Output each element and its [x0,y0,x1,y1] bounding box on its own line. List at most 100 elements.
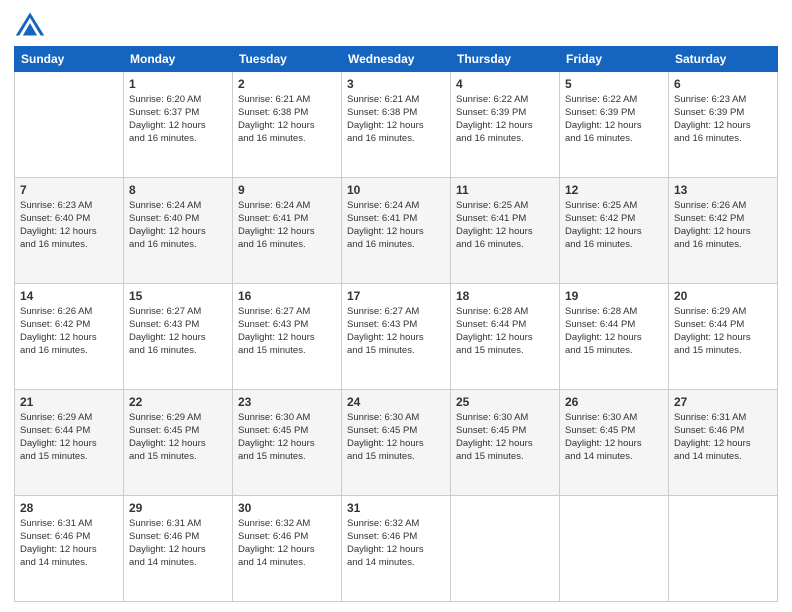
calendar-cell: 19Sunrise: 6:28 AM Sunset: 6:44 PM Dayli… [560,284,669,390]
day-number: 4 [456,76,554,92]
day-number: 28 [20,500,118,516]
day-info: Sunrise: 6:26 AM Sunset: 6:42 PM Dayligh… [20,306,118,357]
day-info: Sunrise: 6:21 AM Sunset: 6:38 PM Dayligh… [238,94,336,145]
calendar-cell: 7Sunrise: 6:23 AM Sunset: 6:40 PM Daylig… [15,178,124,284]
calendar-table: SundayMondayTuesdayWednesdayThursdayFrid… [14,46,778,602]
calendar-cell: 5 Sunrise: 6:22 AM Sunset: 6:39 PM Daylig… [560,72,669,178]
calendar-cell: 12 Sunrise: 6:25 AM Sunset: 6:42 PM Dayli… [560,178,669,284]
calendar-cell: 17 Sunrise: 6:27 AM Sunset: 6:43 PM Dayli… [342,284,451,390]
calendar-cell: 26 Sunrise: 6:30 AM Sunset: 6:45 PM Dayli… [560,390,669,496]
calendar-cell [669,496,778,602]
day-number: 2 [238,76,336,92]
day-number: 18 [456,288,554,304]
day-info: Sunrise: 6:30 AM Sunset: 6:45 PM Dayligh… [238,412,336,463]
day-info: Sunrise: 6:30 AM Sunset: 6:45 PM Dayligh… [347,412,445,463]
day-number: 12 [565,182,663,198]
page: SundayMondayTuesdayWednesdayThursdayFrid… [0,0,792,612]
day-info: Sunrise: 6:25 AM Sunset: 6:42 PM Dayligh… [565,200,663,251]
day-header-thursday: Thursday [451,47,560,72]
day-info: Sunrise: 6:24 AM Sunset: 6:41 PM Dayligh… [238,200,336,251]
calendar-cell: 29 Sunrise: 6:31 AM Sunset: 6:46 PM Dayli… [124,496,233,602]
day-number: 23 [238,394,336,410]
calendar-cell: 25 Sunrise: 6:30 AM Sunset: 6:45 PM Dayli… [451,390,560,496]
week-row-3: 21 Sunrise: 6:29 AM Sunset: 6:44 PM Dayli… [15,390,778,496]
calendar-cell [560,496,669,602]
logo [14,10,50,38]
day-info: Sunrise: 6:27 AM Sunset: 6:43 PM Dayligh… [238,306,336,357]
day-info: Sunrise: 6:32 AM Sunset: 6:46 PM Dayligh… [347,518,445,569]
calendar-cell: 11 Sunrise: 6:25 AM Sunset: 6:41 PM Dayli… [451,178,560,284]
day-info: Sunrise: 6:31 AM Sunset: 6:46 PM Dayligh… [20,518,118,569]
calendar-cell: 21 Sunrise: 6:29 AM Sunset: 6:44 PM Dayli… [15,390,124,496]
day-info: Sunrise: 6:24 AM Sunset: 6:41 PM Dayligh… [347,200,445,251]
day-info: Sunrise: 6:23 AM Sunset: 6:39 PM Dayligh… [674,94,772,145]
week-row-0: 1 Sunrise: 6:20 AM Sunset: 6:37 PM Daylig… [15,72,778,178]
week-row-1: 7Sunrise: 6:23 AM Sunset: 6:40 PM Daylig… [15,178,778,284]
logo-icon [14,10,46,38]
day-info: Sunrise: 6:32 AM Sunset: 6:46 PM Dayligh… [238,518,336,569]
day-number: 5 [565,76,663,92]
calendar-cell: 10 Sunrise: 6:24 AM Sunset: 6:41 PM Dayli… [342,178,451,284]
day-info: Sunrise: 6:21 AM Sunset: 6:38 PM Dayligh… [347,94,445,145]
day-header-saturday: Saturday [669,47,778,72]
day-number: 30 [238,500,336,516]
calendar-cell: 8 Sunrise: 6:24 AM Sunset: 6:40 PM Daylig… [124,178,233,284]
day-number: 1 [129,76,227,92]
day-number: 29 [129,500,227,516]
day-info: Sunrise: 6:29 AM Sunset: 6:44 PM Dayligh… [674,306,772,357]
day-info: Sunrise: 6:27 AM Sunset: 6:43 PM Dayligh… [347,306,445,357]
day-number: 13 [674,182,772,198]
day-number: 27 [674,394,772,410]
calendar-cell [451,496,560,602]
day-info: Sunrise: 6:30 AM Sunset: 6:45 PM Dayligh… [456,412,554,463]
day-info: Sunrise: 6:23 AM Sunset: 6:40 PM Dayligh… [20,200,118,251]
day-info: Sunrise: 6:22 AM Sunset: 6:39 PM Dayligh… [456,94,554,145]
calendar-cell: 13Sunrise: 6:26 AM Sunset: 6:42 PM Dayli… [669,178,778,284]
week-row-4: 28 Sunrise: 6:31 AM Sunset: 6:46 PM Dayli… [15,496,778,602]
header [14,10,778,38]
calendar-cell: 1 Sunrise: 6:20 AM Sunset: 6:37 PM Daylig… [124,72,233,178]
day-number: 10 [347,182,445,198]
day-number: 6 [674,76,772,92]
day-number: 17 [347,288,445,304]
calendar-cell: 31 Sunrise: 6:32 AM Sunset: 6:46 PM Dayli… [342,496,451,602]
day-info: Sunrise: 6:28 AM Sunset: 6:44 PM Dayligh… [565,306,663,357]
calendar-header-row: SundayMondayTuesdayWednesdayThursdayFrid… [15,47,778,72]
day-info: Sunrise: 6:31 AM Sunset: 6:46 PM Dayligh… [129,518,227,569]
day-info: Sunrise: 6:29 AM Sunset: 6:44 PM Dayligh… [20,412,118,463]
day-header-monday: Monday [124,47,233,72]
day-info: Sunrise: 6:31 AM Sunset: 6:46 PM Dayligh… [674,412,772,463]
calendar-cell: 4 Sunrise: 6:22 AM Sunset: 6:39 PM Daylig… [451,72,560,178]
calendar-cell: 3Sunrise: 6:21 AM Sunset: 6:38 PM Daylig… [342,72,451,178]
calendar-cell: 24 Sunrise: 6:30 AM Sunset: 6:45 PM Dayli… [342,390,451,496]
day-number: 8 [129,182,227,198]
day-number: 11 [456,182,554,198]
calendar-cell: 23 Sunrise: 6:30 AM Sunset: 6:45 PM Dayli… [233,390,342,496]
day-number: 26 [565,394,663,410]
day-number: 20 [674,288,772,304]
calendar-cell: 27 Sunrise: 6:31 AM Sunset: 6:46 PM Dayli… [669,390,778,496]
day-number: 25 [456,394,554,410]
day-info: Sunrise: 6:24 AM Sunset: 6:40 PM Dayligh… [129,200,227,251]
day-number: 31 [347,500,445,516]
calendar-cell: 14 Sunrise: 6:26 AM Sunset: 6:42 PM Dayli… [15,284,124,390]
calendar-cell: 22Sunrise: 6:29 AM Sunset: 6:45 PM Dayli… [124,390,233,496]
calendar-cell: 2 Sunrise: 6:21 AM Sunset: 6:38 PM Daylig… [233,72,342,178]
day-info: Sunrise: 6:28 AM Sunset: 6:44 PM Dayligh… [456,306,554,357]
day-info: Sunrise: 6:27 AM Sunset: 6:43 PM Dayligh… [129,306,227,357]
calendar-cell: 15 Sunrise: 6:27 AM Sunset: 6:43 PM Dayli… [124,284,233,390]
day-number: 21 [20,394,118,410]
calendar-cell: 30 Sunrise: 6:32 AM Sunset: 6:46 PM Dayli… [233,496,342,602]
day-number: 15 [129,288,227,304]
day-info: Sunrise: 6:25 AM Sunset: 6:41 PM Dayligh… [456,200,554,251]
calendar-cell [15,72,124,178]
day-info: Sunrise: 6:20 AM Sunset: 6:37 PM Dayligh… [129,94,227,145]
calendar-cell: 9Sunrise: 6:24 AM Sunset: 6:41 PM Daylig… [233,178,342,284]
day-number: 24 [347,394,445,410]
day-header-tuesday: Tuesday [233,47,342,72]
day-info: Sunrise: 6:29 AM Sunset: 6:45 PM Dayligh… [129,412,227,463]
calendar-cell: 16Sunrise: 6:27 AM Sunset: 6:43 PM Dayli… [233,284,342,390]
day-info: Sunrise: 6:30 AM Sunset: 6:45 PM Dayligh… [565,412,663,463]
day-info: Sunrise: 6:22 AM Sunset: 6:39 PM Dayligh… [565,94,663,145]
day-number: 14 [20,288,118,304]
